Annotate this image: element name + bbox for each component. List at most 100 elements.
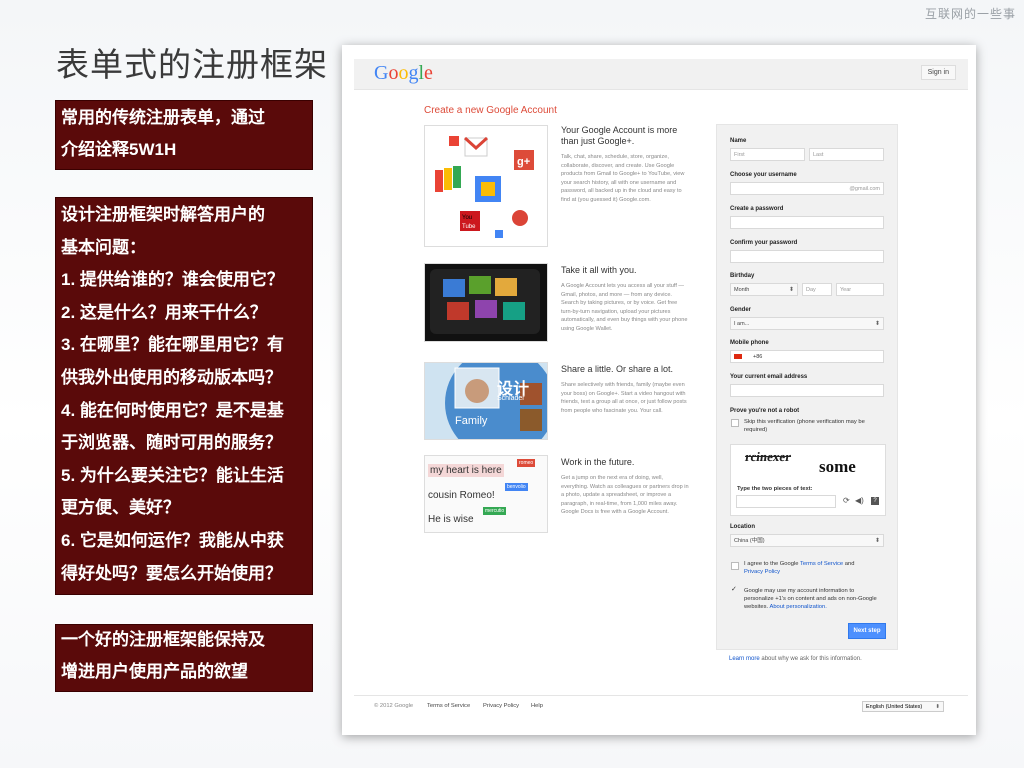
name-label: Name: [730, 138, 747, 144]
learn-more-link[interactable]: Learn more: [729, 656, 760, 662]
feature-4: Work in the future. Get a jump on the ne…: [561, 457, 689, 517]
birth-year-input[interactable]: Year: [836, 283, 884, 296]
feature-title: Share a little. Or share a lot.: [561, 364, 674, 374]
captcha-box: rcinexer some Type the two pieces of tex…: [730, 444, 886, 516]
feature-3: Share a little. Or share a lot. Share se…: [561, 364, 689, 415]
captcha-input[interactable]: [736, 495, 836, 508]
feature-1: Your Google Account is more than just Go…: [561, 125, 689, 205]
skip-verification-checkbox[interactable]: [731, 419, 739, 427]
google-header: Google Sign in: [354, 59, 968, 90]
current-email-input[interactable]: [730, 384, 884, 397]
conclusion-box: 一个好的注册框架能保持及 增进用户使用产品的欲望: [55, 624, 313, 692]
personalize-checkbox[interactable]: ✓: [731, 585, 737, 593]
language-select[interactable]: English (United States): [862, 701, 944, 713]
logo-letter: g: [408, 62, 419, 84]
next-step-button[interactable]: Next step: [848, 623, 886, 639]
logo-letter: e: [424, 62, 433, 84]
feature-title: Work in the future.: [561, 457, 635, 467]
terms-text: I agree to the Google Terms of Service a…: [744, 560, 884, 576]
footer-divider: [354, 695, 968, 696]
terms-checkbox[interactable]: [731, 562, 739, 570]
intro-line: 介绍诠释5W1H: [61, 140, 177, 159]
privacy-policy-link[interactable]: Privacy Policy: [744, 569, 780, 575]
doc-line: my heart is here: [428, 464, 504, 477]
feature-2: Take it all with you. A Google Account l…: [561, 265, 689, 334]
username-label: Choose your username: [730, 172, 797, 178]
feature-title: Your Google Account is more than just Go…: [561, 125, 678, 146]
slide-title: 表单式的注册框架: [56, 46, 328, 83]
logo-letter: o: [398, 62, 409, 84]
first-name-input[interactable]: First: [730, 148, 805, 161]
collaborator-tag: mercutio: [483, 507, 507, 515]
svg-text:g+: g+: [517, 156, 530, 168]
learn-more-rest: about why we ask for this information.: [759, 656, 862, 662]
questions-line: 基本问题：: [61, 237, 146, 257]
refresh-icon[interactable]: ⟳: [843, 496, 850, 505]
mobile-label: Mobile phone: [730, 340, 769, 346]
confirm-password-input[interactable]: [730, 250, 884, 263]
questions-line: 得好处吗？要怎么开始使用？: [61, 563, 282, 583]
svg-text:You: You: [462, 215, 472, 221]
username-input[interactable]: @gmail.com: [730, 182, 884, 195]
location-select[interactable]: China (中国): [730, 534, 884, 548]
captcha-word-1: rcinexer: [744, 449, 793, 464]
svg-text:Tube: Tube: [462, 224, 476, 230]
birth-month-select[interactable]: Month: [730, 283, 798, 297]
questions-line: 3. 在哪里？能在哪里用它？有: [61, 335, 284, 355]
terms-text-part: and: [843, 561, 855, 567]
questions-line: 于浏览器、随时可用的服务？: [61, 433, 282, 453]
about-personalization-link[interactable]: About personalization.: [769, 604, 826, 610]
terms-of-service-link[interactable]: Terms of Service: [800, 561, 843, 567]
email-label: Your current email address: [730, 374, 808, 380]
signup-screenshot: Google Sign in Create a new Google Accou…: [342, 45, 976, 735]
questions-line: 6. 它是如何运作？我能从中获: [61, 530, 284, 550]
sign-in-button[interactable]: Sign in: [920, 65, 956, 80]
footer-terms-link[interactable]: Terms of Service: [427, 703, 470, 709]
doc-line: cousin Romeo!: [428, 490, 495, 501]
docs-image: my heart is here romeo cousin Romeo! ben…: [424, 455, 548, 533]
phone-image: [424, 263, 548, 342]
personalize-text: Google may use my account information to…: [744, 587, 884, 611]
help-icon[interactable]: ?: [871, 497, 879, 505]
collaborator-tag: benvolio: [505, 483, 528, 491]
last-name-input[interactable]: Last: [809, 148, 884, 161]
gender-label: Gender: [730, 307, 752, 313]
robot-label: Prove you're not a robot: [730, 408, 800, 414]
maps-pin-icon: [512, 210, 528, 226]
footer-help-link[interactable]: Help: [531, 703, 543, 709]
collaborator-tag: romeo: [517, 459, 536, 467]
conclusion-line: 一个好的注册框架能保持及: [61, 630, 265, 649]
password-input[interactable]: [730, 216, 884, 229]
logo-letter: o: [388, 62, 399, 84]
password-label: Create a password: [730, 206, 784, 212]
location-label: Location: [730, 524, 755, 530]
china-flag-icon[interactable]: [734, 354, 742, 359]
logo-letter: G: [374, 62, 389, 84]
signup-form: Name First Last Choose your username @gm…: [716, 124, 898, 650]
feature-title: Take it all with you.: [561, 265, 637, 275]
google-logo: Google: [374, 62, 433, 85]
footer-privacy-link[interactable]: Privacy Policy: [483, 703, 519, 709]
intro-line: 常用的传统注册表单，通过: [61, 108, 265, 127]
mobile-input[interactable]: +86: [730, 350, 884, 363]
confirm-password-label: Confirm your password: [730, 240, 798, 246]
birth-day-input[interactable]: Day: [802, 283, 832, 296]
feature-text: Get a jump on the next era of doing, wel…: [561, 475, 689, 516]
share-name: Schlader: [497, 395, 525, 402]
captcha-word-2: some: [819, 457, 856, 476]
conclusion-line: 增进用户使用产品的欲望: [61, 662, 248, 681]
intro-box: 常用的传统注册表单，通过 介绍诠释5W1H: [55, 100, 313, 170]
questions-line: 1. 提供给谁的？谁会使用它？: [61, 270, 284, 290]
questions-line: 4. 能在何时使用它？是不是基: [61, 400, 284, 420]
questions-line: 更方便、美好？: [61, 498, 180, 518]
birthday-label: Birthday: [730, 273, 755, 279]
questions-line: 5. 为什么要关注它？能让生活: [61, 465, 284, 485]
questions-box: 设计注册框架时解答用户的 基本问题： 1. 提供给谁的？谁会使用它？ 2. 这是…: [55, 197, 313, 595]
google-products-icons: g+ You Tube: [435, 136, 534, 238]
audio-icon[interactable]: ◀): [855, 496, 864, 505]
feature-text: Talk, chat, share, schedule, store, orga…: [561, 154, 685, 203]
questions-line: 设计注册框架时解答用户的: [61, 205, 265, 224]
footer-copyright: © 2012 Google: [374, 703, 414, 709]
create-account-heading: Create a new Google Account: [424, 105, 557, 116]
gender-select[interactable]: I am...: [730, 317, 884, 331]
